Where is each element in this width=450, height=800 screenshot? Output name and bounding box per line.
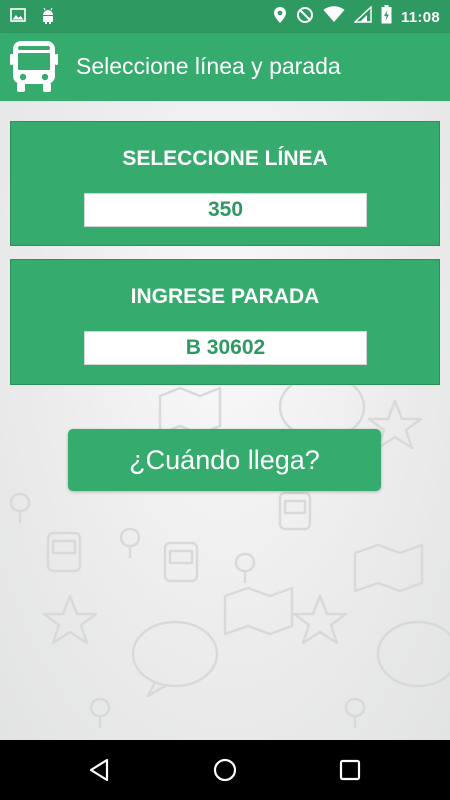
do-not-disturb-icon [296, 6, 314, 29]
image-icon [10, 7, 26, 30]
android-icon [40, 7, 56, 30]
line-selector-card: SELECCIONE LÍNEA 350 [10, 121, 440, 246]
location-icon [273, 6, 287, 29]
wifi-icon [323, 6, 345, 28]
status-time: 11:08 [400, 8, 440, 26]
when-arrives-button[interactable]: ¿Cuándo llega? [68, 429, 381, 491]
navigation-bar [0, 740, 450, 800]
app-title: Seleccione línea y parada [76, 53, 341, 79]
main-content: SELECCIONE LÍNEA 350 INGRESE PARADA B 30… [0, 101, 450, 740]
line-input[interactable]: 350 [84, 193, 367, 227]
app-bar: Seleccione línea y parada [0, 33, 450, 101]
line-selector-title: SELECCIONE LÍNEA [122, 147, 328, 170]
signal-icon [353, 5, 372, 28]
back-icon[interactable] [88, 758, 110, 787]
recents-icon[interactable] [339, 759, 361, 786]
stop-input[interactable]: B 30602 [84, 331, 367, 365]
bus-icon [10, 41, 58, 98]
stop-input-title: INGRESE PARADA [130, 285, 320, 308]
status-bar: 11:08 [0, 0, 450, 33]
battery-charging-icon [381, 5, 392, 29]
home-icon[interactable] [213, 758, 237, 787]
stop-input-card: INGRESE PARADA B 30602 [10, 259, 440, 385]
